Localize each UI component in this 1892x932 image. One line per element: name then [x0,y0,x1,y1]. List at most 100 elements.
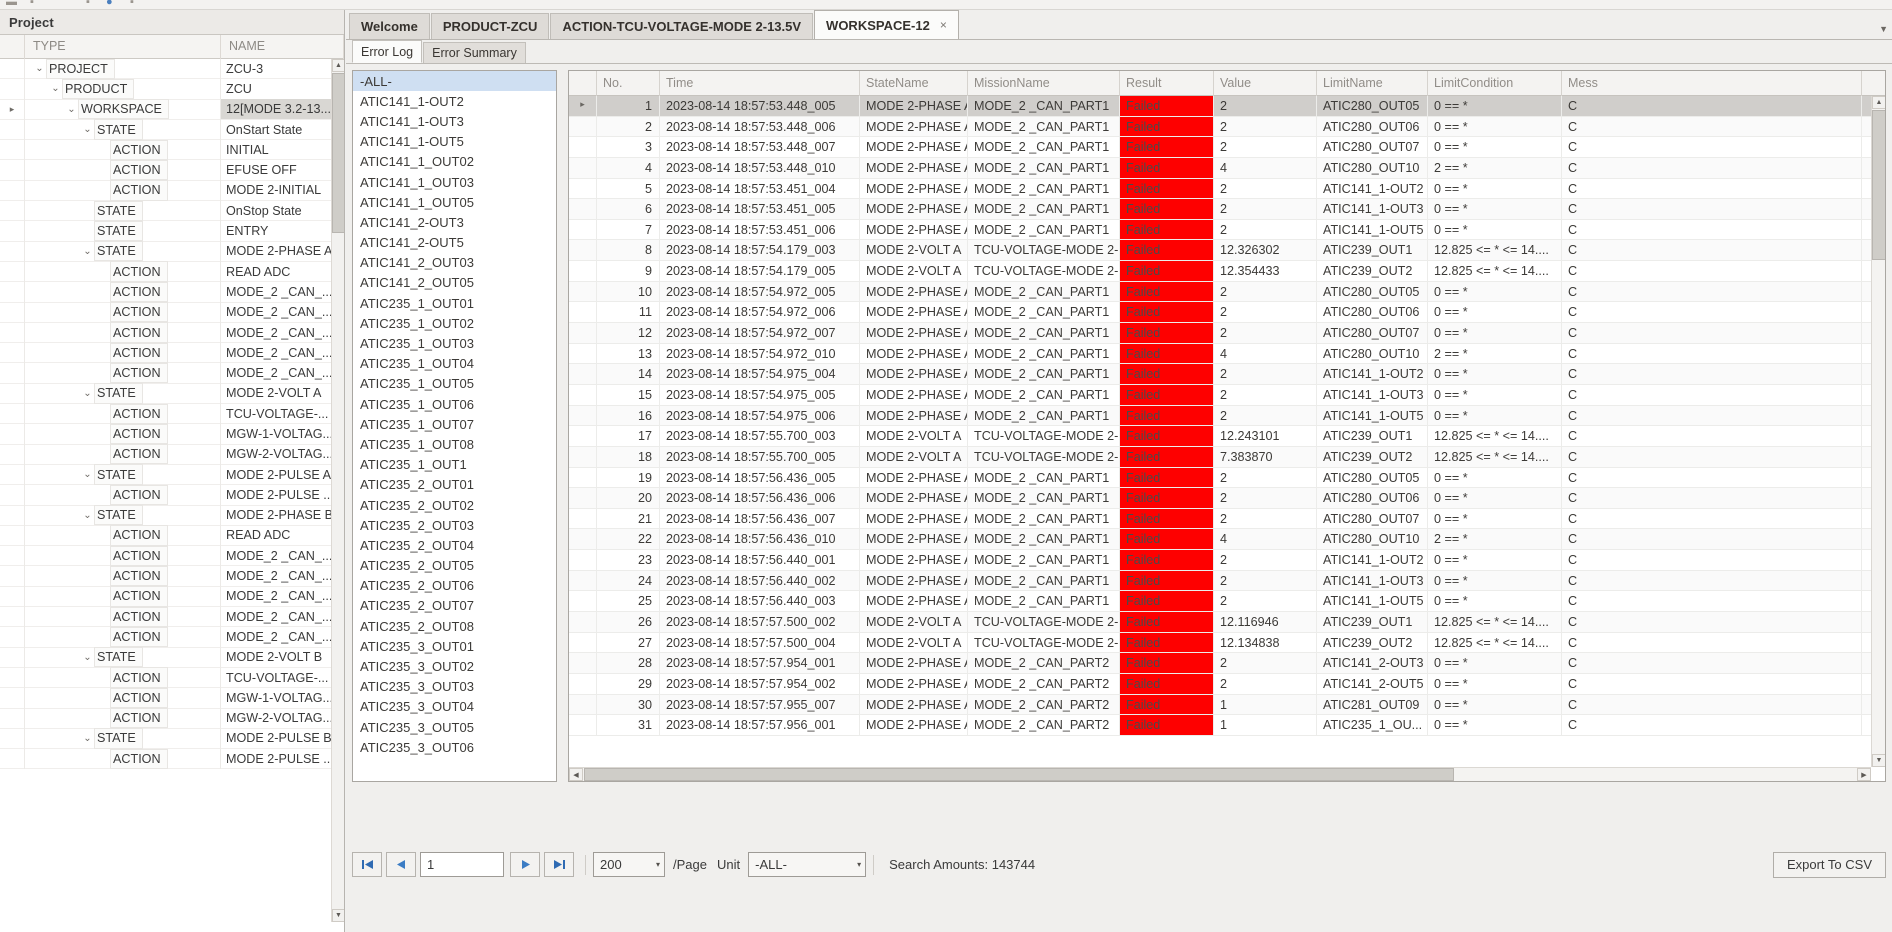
tree-row-gutter[interactable] [0,505,25,526]
chevron-down-icon[interactable]: ⌄ [33,63,46,74]
grid-header-statename[interactable]: StateName [860,71,968,96]
grid-header-result[interactable]: Result [1120,71,1214,96]
project-tree-row[interactable]: STATE ENTRY [0,220,344,242]
grid-header-no[interactable]: No. [597,71,660,96]
tree-row-gutter[interactable] [0,545,25,566]
grid-row[interactable]: 12 2023-08-14 18:57:54.972_007 MODE 2-PHAS… [569,323,1885,344]
grid-row[interactable]: 9 2023-08-14 18:57:54.179_005 MODE 2-VOLT … [569,261,1885,282]
unit-list-item[interactable]: ATIC141_2-OUT5 [353,233,556,253]
unit-select[interactable]: -ALL- ▾ [748,852,867,877]
unit-list-item[interactable]: ATIC235_1_OUT08 [353,434,556,454]
tree-row-gutter[interactable] [0,119,25,140]
chevron-down-icon[interactable]: ⌄ [81,652,94,663]
project-tree-row[interactable]: ⌄ PRODUCT ZCU [0,78,344,100]
tree-row-gutter[interactable] [0,139,25,160]
grid-header-value[interactable]: Value [1214,71,1317,96]
editor-tab[interactable]: Welcome [349,13,430,39]
unit-list-item[interactable]: ATIC235_1_OUT05 [353,374,556,394]
toolbar-icon-3[interactable]: ● [106,0,113,8]
tree-row-gutter[interactable] [0,565,25,587]
unit-list-item[interactable]: ATIC235_3_OUT03 [353,677,556,697]
grid-header-missionname[interactable]: MissionName [968,71,1120,96]
unit-list-item[interactable]: ATIC141_1_OUT05 [353,192,556,212]
chevron-down-icon[interactable]: ⌄ [81,124,94,135]
unit-list-item[interactable]: ATIC235_1_OUT1 [353,455,556,475]
project-tree-row[interactable]: ACTION MGW-2-VOLTAG... [0,708,344,729]
project-tree-body[interactable]: ⌄ PROJECT ZCU-3 ⌄ PRODUCT ZCU ▸ ⌄ WORKSPACE 12[MO… [0,59,344,922]
grid-row[interactable]: 28 2023-08-14 18:57:57.954_001 MODE 2-PHAS… [569,653,1885,674]
project-tree-row[interactable]: ⌄ STATE MODE 2-PHASE A [0,241,344,262]
last-page-button[interactable] [544,852,574,877]
grid-row[interactable]: 4 2023-08-14 18:57:53.448_010 MODE 2-PHASE… [569,157,1885,179]
tree-row-gutter[interactable] [0,342,25,363]
project-tree-row[interactable]: ACTION MGW-1-VOLTAG... [0,687,344,709]
unit-list-item[interactable]: ATIC141_2_OUT03 [353,253,556,273]
project-tree-row[interactable]: ACTION MODE_2 _CAN_... [0,322,344,344]
tree-row-gutter[interactable] [0,626,25,648]
project-tree-row[interactable]: ACTION MODE_2 _CAN_... [0,626,344,648]
tree-row-gutter[interactable] [0,322,25,343]
tree-header-name[interactable]: NAME [221,35,344,59]
grid-scroll-thumb[interactable] [1872,110,1885,260]
grid-header-message[interactable]: Mess [1562,71,1862,96]
project-tree-row[interactable]: ACTION MODE 2-PULSE ... [0,748,344,770]
tree-row-gutter[interactable] [0,59,25,79]
prev-page-button[interactable] [386,852,416,877]
grid-row[interactable]: 17 2023-08-14 18:57:55.700_003 MODE 2-VOLT… [569,426,1885,447]
tree-row-gutter[interactable]: ▸ [0,99,25,120]
toolbar-icon-2[interactable]: ▪ [86,0,90,8]
grid-row[interactable]: 18 2023-08-14 18:57:55.700_005 MODE 2-VOLT… [569,446,1885,468]
grid-row[interactable]: 31 2023-08-14 18:57:57.956_001 MODE 2-PHAS… [569,715,1885,736]
grid-scroll-down-icon[interactable]: ▼ [1872,754,1885,767]
grid-row[interactable]: 3 2023-08-14 18:57:53.448_007 MODE 2-PHASE… [569,137,1885,158]
tree-row-gutter[interactable] [0,667,25,688]
grid-row[interactable]: ▸ 1 2023-08-14 18:57:53.448_005 MODE 2-PHAS… [569,96,1885,117]
tree-row-gutter[interactable] [0,464,25,485]
project-tree-row[interactable]: ACTION INITIAL [0,139,344,161]
grid-row[interactable]: 10 2023-08-14 18:57:54.972_005 MODE 2-PHAS… [569,281,1885,303]
grid-row[interactable]: 7 2023-08-14 18:57:53.451_006 MODE 2-PHASE… [569,219,1885,241]
project-tree-row[interactable]: ⌄ STATE MODE 2-VOLT B [0,647,344,668]
project-tree-row[interactable]: ACTION TCU-VOLTAGE-... [0,667,344,689]
unit-list-item[interactable]: ATIC141_1-OUT3 [353,111,556,131]
grid-row[interactable]: 25 2023-08-14 18:57:56.440_003 MODE 2-PHAS… [569,591,1885,613]
project-tree-row[interactable]: ▸ ⌄ WORKSPACE 12[MODE 3.2-13... [0,99,344,120]
unit-list-item[interactable]: ATIC235_2_OUT05 [353,556,556,576]
menu-icon[interactable]: ▬ [6,0,17,8]
grid-row[interactable]: 27 2023-08-14 18:57:57.500_004 MODE 2-VOLT… [569,632,1885,654]
tree-row-gutter[interactable] [0,261,25,282]
project-tree-row[interactable]: ⌄ STATE MODE 2-PULSE B [0,728,344,750]
grid-row[interactable]: 6 2023-08-14 18:57:53.451_005 MODE 2-PHASE… [569,199,1885,220]
tree-row-gutter[interactable] [0,281,25,303]
toolbar-icon-4[interactable]: ▪ [130,0,134,8]
grid-header-limitname[interactable]: LimitName [1317,71,1428,96]
unit-list-item[interactable]: ATIC141_1-OUT5 [353,132,556,152]
tree-header-type[interactable]: TYPE [25,35,221,59]
project-tree-row[interactable]: ACTION READ ADC [0,261,344,283]
tree-row-gutter[interactable] [0,708,25,729]
grid-scroll-left-icon[interactable]: ◀ [569,768,583,781]
grid-header-limitcondition[interactable]: LimitCondition [1428,71,1562,96]
grid-row[interactable]: 20 2023-08-14 18:57:56.436_006 MODE 2-PHAS… [569,488,1885,509]
tree-row-gutter[interactable] [0,302,25,323]
tree-row-gutter[interactable] [0,728,25,749]
chevron-down-icon[interactable]: ⌄ [65,104,78,115]
grid-hscroll-thumb[interactable] [584,768,1454,781]
project-tree-row[interactable]: ACTION READ ADC [0,525,344,547]
grid-row[interactable]: 21 2023-08-14 18:57:56.436_007 MODE 2-PHAS… [569,508,1885,530]
project-tree-row[interactable]: ACTION MODE_2 _CAN_... [0,565,344,587]
project-tree-row[interactable]: ⌄ STATE MODE 2-PHASE B [0,505,344,526]
unit-list-item[interactable]: ATIC235_1_OUT07 [353,414,556,434]
unit-list-item[interactable]: ATIC235_2_OUT03 [353,515,556,535]
grid-row[interactable]: 19 2023-08-14 18:57:56.436_005 MODE 2-PHAS… [569,467,1885,489]
error-view-subtab[interactable]: Error Summary [423,42,526,63]
chevron-down-icon[interactable]: ⌄ [81,388,94,399]
unit-list-item[interactable]: ATIC235_2_OUT01 [353,475,556,495]
grid-scroll-up-icon[interactable]: ▲ [1872,96,1885,109]
unit-list-item[interactable]: ATIC235_3_OUT04 [353,697,556,717]
tree-row-gutter[interactable] [0,423,25,445]
project-scroll-thumb[interactable] [332,73,344,233]
first-page-button[interactable] [352,852,382,877]
grid-row[interactable]: 26 2023-08-14 18:57:57.500_002 MODE 2-VOLT… [569,612,1885,633]
project-tree-row[interactable]: ACTION MODE 2-INITIAL [0,180,344,202]
